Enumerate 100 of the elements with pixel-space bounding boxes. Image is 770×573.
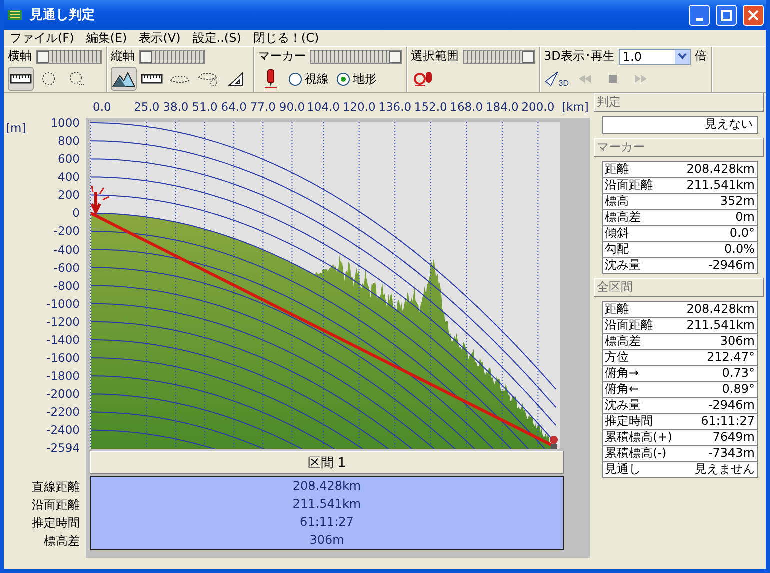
row-label: 沿面距離: [31, 497, 81, 514]
dotted-circle-icon: [40, 71, 58, 87]
info-value: -7343m: [708, 446, 755, 461]
radio-label: 視線: [305, 70, 329, 88]
menu-item[interactable]: 設定..(S): [192, 30, 242, 46]
y-axis-tick-label: -200: [54, 224, 80, 238]
triangle-ruler-icon: [227, 71, 245, 87]
toolbar-group-label: 3D表示･再生: [544, 48, 615, 65]
y-axis-tick-label: 200: [58, 188, 80, 202]
toolbar-group-label: マーカー: [258, 48, 306, 65]
slider-thumb[interactable]: [522, 50, 534, 62]
info-value: 0.0%: [724, 242, 755, 257]
y-axis-tick-label: -2000: [46, 387, 80, 402]
y-axis-tick-label: -1800: [46, 369, 80, 384]
slider-thumb[interactable]: [389, 50, 401, 62]
rate-unit: 倍: [694, 48, 707, 65]
info-label: 累積標高(+): [605, 430, 672, 445]
verdict-field: 見えない: [602, 116, 758, 134]
x-axis-tick-label: 38.0: [163, 100, 189, 114]
info-label: 累積標高(-): [605, 446, 667, 461]
ruler-icon: [10, 74, 32, 84]
close-button[interactable]: [743, 4, 764, 26]
radio-button[interactable]: [337, 72, 350, 86]
info-value: 0.73°: [722, 366, 755, 381]
info-value: 61:11:27: [701, 414, 755, 429]
radio-option[interactable]: 地形: [334, 70, 380, 88]
info-label: 標高: [605, 194, 629, 209]
y-axis-tick-label: -1200: [46, 314, 80, 329]
x-axis-tick-label: 64.0: [221, 100, 247, 114]
slider[interactable]: [36, 50, 102, 64]
x-axis-tick-label: 120.0: [342, 100, 376, 114]
info-value: -2946m: [708, 398, 755, 413]
x-axis-tick-label: 51.0: [192, 100, 218, 114]
x-axis-tick-label: 184.0: [486, 100, 519, 114]
toolbar-group-label: 縦軸: [111, 48, 135, 65]
y-axis-tick-label: 600: [58, 152, 80, 166]
x-axis-tick-label: 200.0: [522, 100, 555, 114]
info-label: 俯角←: [605, 382, 640, 397]
pin-icon: [413, 70, 435, 88]
rate-select[interactable]: 1.0: [618, 48, 691, 64]
info-label: 沿面距離: [605, 318, 653, 333]
x-axis-tick-label: 25.0: [134, 100, 160, 114]
y-axis-tick-label: 400: [58, 170, 80, 184]
menu-item[interactable]: 表示(V): [139, 30, 181, 46]
row-label: 直線距離: [31, 479, 81, 496]
y-axis-tick-label: -2200: [46, 405, 80, 420]
info-label: 沿面距離: [605, 178, 653, 193]
x-axis-tick-label: 152.0: [414, 100, 448, 114]
table-cell-text: 208.428km: [292, 478, 362, 495]
menu-item[interactable]: 閉じる！(C): [253, 30, 320, 46]
panel-header: 全区間: [594, 278, 764, 297]
info-label: 傾斜: [605, 226, 629, 241]
y-axis-tick-label: -1600: [46, 351, 80, 366]
pen-icon: [265, 69, 277, 89]
x-axis-tick-label: 77.0: [250, 100, 276, 114]
slider-thumb[interactable]: [37, 50, 49, 62]
minimize-button[interactable]: [689, 4, 710, 26]
menu-item[interactable]: ファイル(F): [10, 30, 74, 46]
info-value: 211.541km: [686, 318, 755, 333]
y-axis-tick-label: -2400: [46, 423, 80, 438]
info-value: 212.47°: [707, 350, 755, 365]
slider-thumb[interactable]: [140, 50, 152, 62]
table-cell-text: 211.541km: [292, 496, 362, 513]
info-label: 沈み量: [605, 258, 641, 273]
y-axis-tick-label: -600: [54, 260, 80, 275]
info-label: 標高差: [605, 334, 641, 349]
info-label: 推定時間: [605, 414, 653, 429]
radio-button[interactable]: [289, 72, 302, 86]
maximize-button[interactable]: [716, 4, 737, 26]
info-label: 距離: [605, 302, 629, 317]
panel-header: マーカー: [594, 138, 764, 157]
info-label: 距離: [605, 162, 629, 177]
info-value: 0.89°: [722, 382, 755, 397]
info-value: -2946m: [708, 258, 755, 273]
info-value: 208.428km: [686, 302, 755, 317]
x-axis-tick-label: 104.0: [307, 100, 340, 114]
maximize-icon: [721, 10, 732, 20]
info-label: 勾配: [605, 242, 629, 257]
tool-button[interactable]: [8, 67, 34, 91]
row-label: 推定時間: [31, 515, 81, 532]
tool-button[interactable]: [111, 67, 137, 91]
x-axis-tick-label: 0.0: [93, 100, 112, 114]
radio-label: 地形: [353, 70, 377, 88]
mountain-icon: [112, 70, 136, 88]
info-value: 0.0°: [730, 226, 755, 241]
table-cell-text: 306m: [308, 532, 346, 549]
slider[interactable]: [463, 50, 535, 64]
info-value: 211.541km: [686, 178, 755, 193]
x-axis-tick-label: 168.0: [450, 100, 484, 114]
tool-button[interactable]: 3D: [544, 67, 570, 91]
radio-option[interactable]: 視線: [286, 70, 332, 88]
slider[interactable]: [310, 50, 402, 64]
y-axis-tick-label: -400: [54, 242, 80, 257]
info-label: 標高差: [605, 210, 641, 225]
slider[interactable]: [139, 50, 205, 64]
window-title: 見通し判定: [30, 6, 96, 24]
info-value: 0m: [736, 210, 755, 225]
info-value: 306m: [720, 334, 755, 349]
menu-item[interactable]: 編集(E): [86, 30, 128, 46]
info-label: 見通し: [605, 462, 641, 477]
